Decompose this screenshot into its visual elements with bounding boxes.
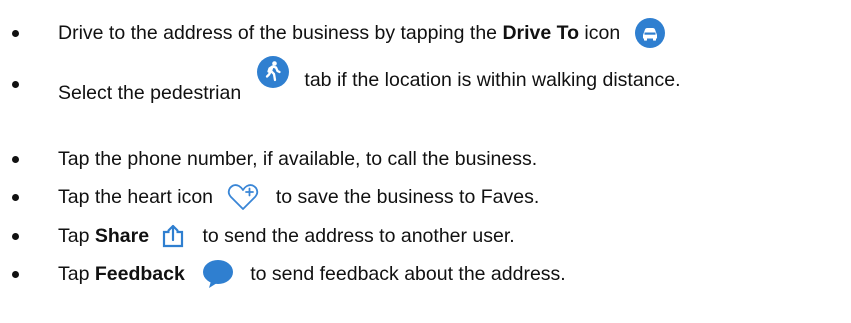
- item-text-post: icon: [579, 21, 621, 44]
- bullet: [12, 155, 19, 163]
- item-text-pre: Select the pedestrian: [58, 81, 247, 104]
- heart-plus-icon: [226, 182, 260, 212]
- item-text-post: to send the address to another user.: [197, 224, 515, 247]
- item-text-pre: Tap the heart icon: [58, 185, 219, 208]
- item-text: Tap the phone number, if available, to c…: [58, 147, 538, 170]
- instruction-list: Drive to the address of the business by …: [0, 0, 851, 323]
- item-text-post: to save the business to Faves.: [270, 185, 540, 208]
- bullet: [12, 29, 19, 37]
- item-text-bold: Drive To: [502, 21, 580, 44]
- bullet: [12, 232, 19, 240]
- item-text-post: to send feedback about the address.: [244, 262, 566, 285]
- bullet: [12, 193, 19, 201]
- item-text-post: tab if the location is within walking di…: [299, 69, 681, 91]
- share-icon: [161, 223, 185, 249]
- item-text-bold: Feedback: [94, 262, 185, 285]
- item-text-bold: Share: [94, 224, 150, 247]
- item-text-pre: Drive to the address of the business by …: [58, 21, 503, 44]
- item-text-pre: Tap: [58, 262, 95, 285]
- bullet: [12, 270, 19, 278]
- feedback-icon: [201, 259, 235, 289]
- pedestrian-icon: [256, 55, 290, 89]
- item-text-pre: Tap: [58, 224, 95, 247]
- car-icon: [634, 17, 666, 49]
- bullet: [12, 81, 19, 88]
